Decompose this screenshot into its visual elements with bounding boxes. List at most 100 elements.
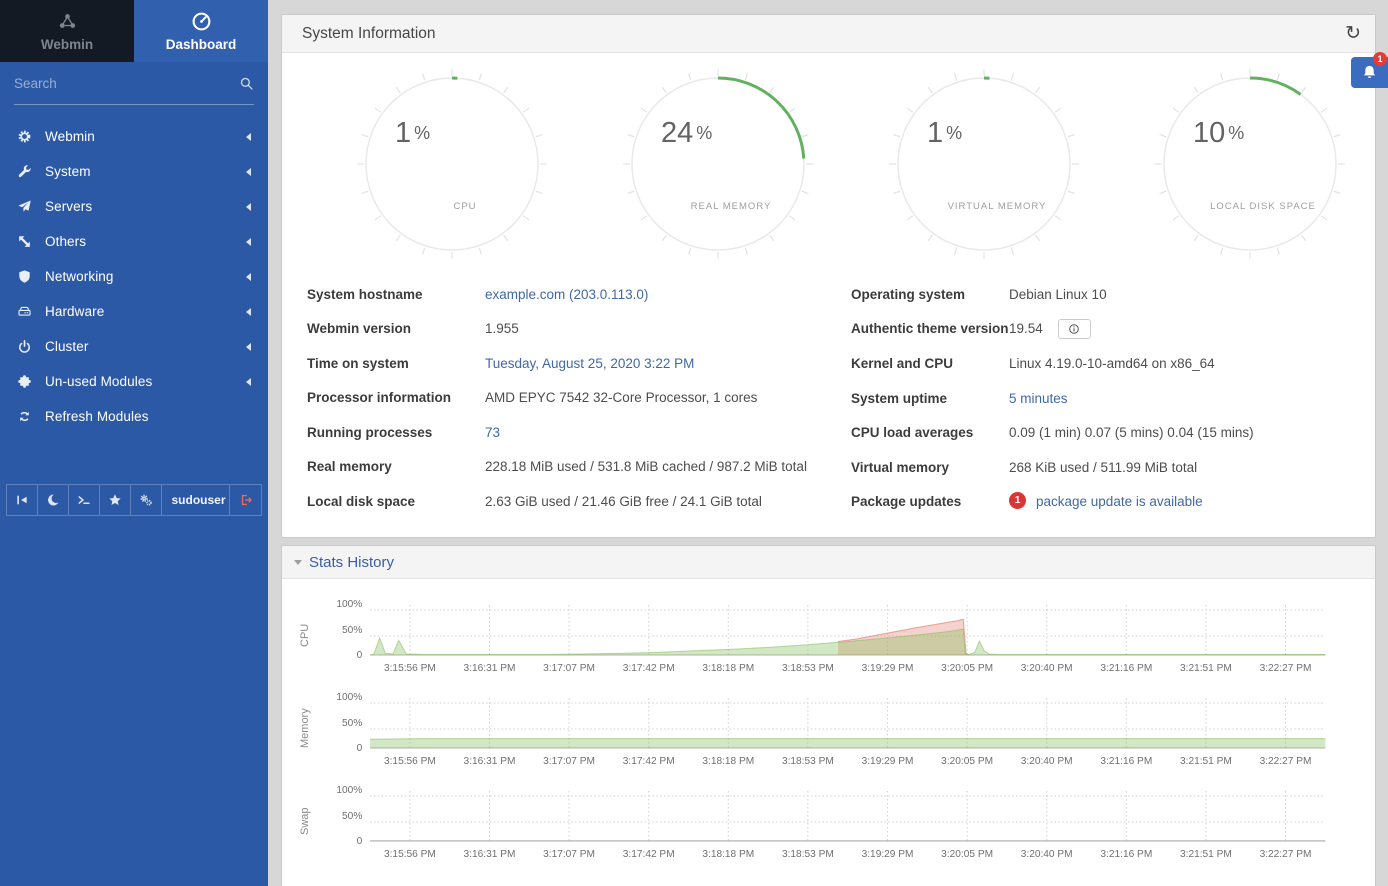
info-row-local-disk-space: Local disk space2.63 GiB used / 21.46 Gi…	[307, 484, 809, 519]
info-row-webmin-version: Webmin version1.955	[307, 312, 809, 347]
info-value: AMD EPYC 7542 32-Core Processor, 1 cores	[485, 388, 757, 408]
info-row-time-on-system: Time on systemTuesday, August 25, 2020 3…	[307, 346, 809, 381]
sidebar-item-label: Webmin	[45, 129, 95, 144]
svg-text:3:17:07 PM: 3:17:07 PM	[543, 849, 595, 860]
svg-text:3:16:31 PM: 3:16:31 PM	[464, 663, 516, 674]
svg-text:100%: 100%	[336, 785, 362, 796]
info-value-link[interactable]: 5 minutes	[1009, 389, 1068, 409]
gauge-label: LOCAL DISK SPACE	[1210, 201, 1316, 212]
info-label: Authentic theme version	[851, 319, 1009, 339]
sidebar-item-system[interactable]: System	[0, 154, 268, 189]
search-icon[interactable]	[239, 76, 254, 91]
gauge-virtual-memory: 1%VIRTUAL MEMORY	[889, 69, 1079, 259]
info-row-running-processes: Running processes73	[307, 415, 809, 450]
info-value-link[interactable]: package update is available	[1036, 492, 1203, 512]
sidebar-item-servers[interactable]: Servers	[0, 189, 268, 224]
info-label: Webmin version	[307, 319, 485, 339]
notifications-count-badge: 1	[1373, 52, 1387, 66]
chart-axis-label-cpu: CPU	[296, 600, 314, 670]
info-label: Running processes	[307, 423, 485, 443]
svg-text:3:18:18 PM: 3:18:18 PM	[702, 663, 754, 674]
svg-text:3:17:07 PM: 3:17:07 PM	[543, 663, 595, 674]
svg-text:3:20:05 PM: 3:20:05 PM	[941, 756, 993, 767]
svg-text:3:22:27 PM: 3:22:27 PM	[1260, 756, 1312, 767]
svg-text:3:18:53 PM: 3:18:53 PM	[782, 663, 834, 674]
sidebar-item-label: Refresh Modules	[45, 409, 149, 424]
info-row-operating-system: Operating systemDebian Linux 10	[851, 277, 1353, 312]
tab-dashboard[interactable]: Dashboard	[134, 0, 268, 62]
user-button[interactable]: sudouser	[162, 485, 230, 515]
info-label: System uptime	[851, 389, 1009, 409]
svg-text:3:20:40 PM: 3:20:40 PM	[1021, 663, 1073, 674]
svg-text:3:19:29 PM: 3:19:29 PM	[862, 663, 914, 674]
page-title: System Information	[302, 25, 436, 43]
info-row-cpu-load-averages: CPU load averages0.09 (1 min) 0.07 (5 mi…	[851, 416, 1353, 451]
power-icon	[17, 339, 32, 354]
svg-text:50%: 50%	[342, 718, 362, 729]
chart-swap: Swap100%50%03:15:56 PM3:16:31 PM3:17:07 …	[296, 779, 1335, 863]
sidebar-item-others[interactable]: Others	[0, 224, 268, 259]
info-row-processor-information: Processor informationAMD EPYC 7542 32-Co…	[307, 381, 809, 416]
sidebar-item-hardware[interactable]: Hardware	[0, 294, 268, 329]
gauges-row: 1%CPU24%REAL MEMORY1%VIRTUAL MEMORY10%LO…	[282, 53, 1375, 259]
refresh-icon	[17, 409, 32, 424]
favorites-button[interactable]	[100, 485, 131, 515]
terminal-button[interactable]	[69, 485, 100, 515]
stats-history-title: Stats History	[309, 554, 394, 571]
system-info-right-column: Operating systemDebian Linux 10Authentic…	[851, 277, 1353, 519]
system-info-left-column: System hostnameexample.com (203.0.113.0)…	[307, 277, 809, 519]
collapse-sidebar-button[interactable]	[7, 485, 38, 515]
svg-text:100%: 100%	[336, 599, 362, 610]
search-input[interactable]	[14, 76, 239, 91]
main-content: System Information ↻ 1%CPU24%REAL MEMORY…	[268, 0, 1388, 886]
svg-text:0: 0	[357, 743, 363, 754]
logout-button[interactable]	[230, 485, 261, 515]
sidebar-item-webmin[interactable]: Webmin	[0, 119, 268, 154]
dashboard-gauge-icon	[191, 11, 212, 32]
svg-text:3:20:40 PM: 3:20:40 PM	[1021, 849, 1073, 860]
info-value-link[interactable]: Tuesday, August 25, 2020 3:22 PM	[485, 354, 694, 374]
puzzle-icon	[17, 374, 32, 389]
caret-left-icon	[246, 238, 251, 246]
caret-left-icon	[246, 273, 251, 281]
svg-text:3:21:16 PM: 3:21:16 PM	[1100, 663, 1152, 674]
sidebar-item-label: Cluster	[45, 339, 88, 354]
theme-info-button[interactable]	[1058, 319, 1091, 339]
info-label: Operating system	[851, 285, 1009, 305]
refresh-page-icon[interactable]: ↻	[1345, 24, 1361, 43]
stats-history-header[interactable]: Stats History	[282, 546, 1375, 579]
system-information-header: System Information ↻	[282, 15, 1375, 53]
sidebar-menu: Webmin System Servers OthersNetworkingHardw…	[0, 105, 268, 434]
stats-history-charts: CPU100%50%03:15:56 PM3:16:31 PM3:17:07 P…	[282, 579, 1375, 886]
night-mode-button[interactable]	[38, 485, 69, 515]
tab-webmin[interactable]: Webmin	[0, 0, 134, 62]
svg-text:3:16:31 PM: 3:16:31 PM	[464, 849, 516, 860]
info-label: Local disk space	[307, 492, 485, 512]
sidebar-item-label: Servers	[45, 199, 92, 214]
info-icon	[1068, 323, 1080, 335]
sidebar-item-un-used-modules[interactable]: Un-used Modules	[0, 364, 268, 399]
svg-text:3:21:16 PM: 3:21:16 PM	[1100, 756, 1152, 767]
gauge-label: REAL MEMORY	[691, 201, 772, 212]
gauge-cpu: 1%CPU	[357, 69, 547, 259]
info-row-virtual-memory: Virtual memory268 KiB used / 511.99 MiB …	[851, 450, 1353, 485]
theme-settings-button[interactable]	[131, 485, 162, 515]
sidebar-item-refresh-modules[interactable]: Refresh Modules	[0, 399, 268, 434]
notifications-button[interactable]: 1	[1351, 57, 1388, 88]
sidebar-item-cluster[interactable]: Cluster	[0, 329, 268, 364]
gauge-label: VIRTUAL MEMORY	[948, 201, 1047, 212]
info-label: Package updates	[851, 492, 1009, 512]
svg-text:3:21:51 PM: 3:21:51 PM	[1180, 663, 1232, 674]
caret-left-icon	[246, 133, 251, 141]
info-value-link[interactable]: example.com (203.0.113.0)	[485, 285, 648, 305]
info-label: Virtual memory	[851, 458, 1009, 478]
info-value: Debian Linux 10	[1009, 285, 1107, 305]
chart-cpu: CPU100%50%03:15:56 PM3:16:31 PM3:17:07 P…	[296, 593, 1335, 677]
sidebar-item-networking[interactable]: Networking	[0, 259, 268, 294]
svg-text:0: 0	[357, 650, 363, 661]
info-value: 0.09 (1 min) 0.07 (5 mins) 0.04 (15 mins…	[1009, 423, 1254, 443]
tab-webmin-label: Webmin	[41, 37, 93, 52]
info-label: Processor information	[307, 388, 485, 408]
info-value-link[interactable]: 73	[485, 423, 500, 443]
chart-axis-label-memory: Memory	[296, 693, 314, 763]
